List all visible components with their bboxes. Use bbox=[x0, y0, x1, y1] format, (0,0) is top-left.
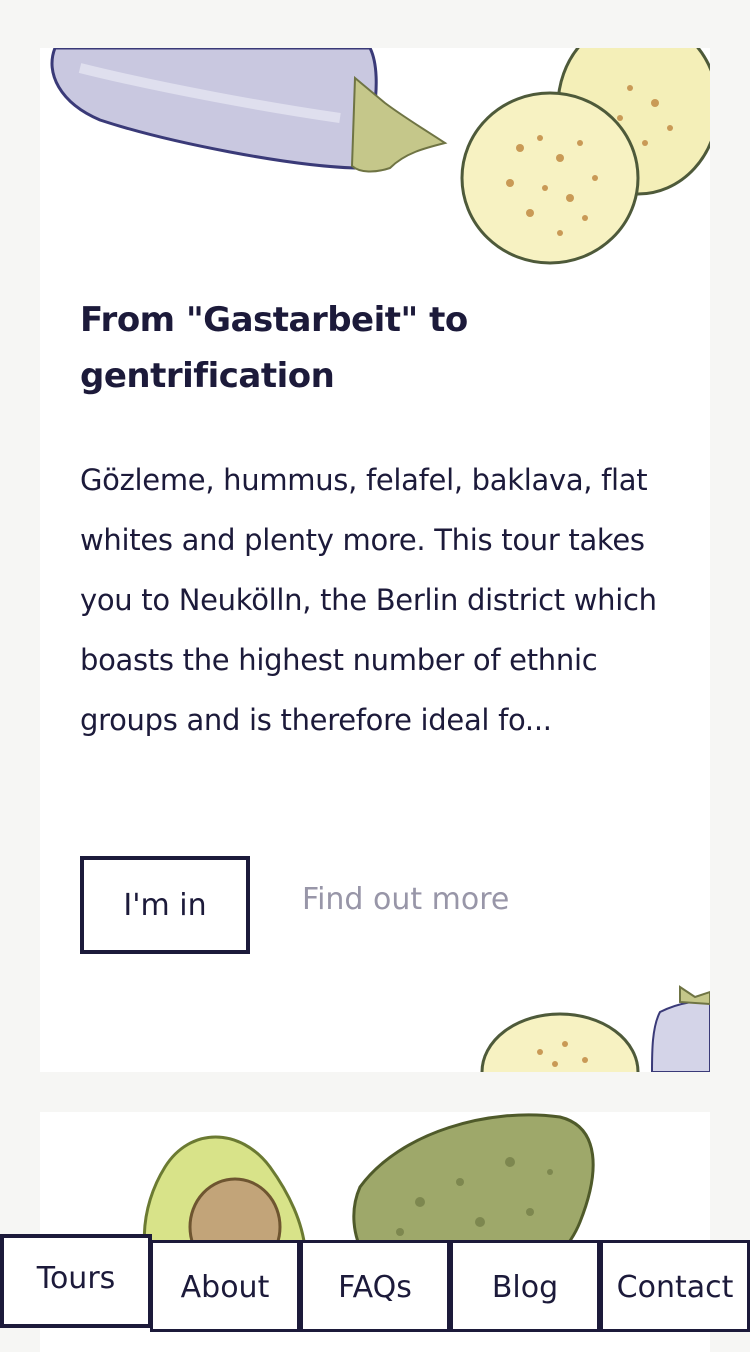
bottom-nav: Tours About FAQs Blog Contact bbox=[0, 1234, 750, 1334]
im-in-button[interactable]: I'm in bbox=[80, 856, 250, 954]
tour-card: From "Gastarbeit" to gentrification Gözl… bbox=[40, 48, 710, 1072]
find-out-more-link[interactable]: Find out more bbox=[302, 882, 509, 917]
nav-item-contact[interactable]: Contact bbox=[600, 1240, 750, 1332]
eggplant-slice-illustration bbox=[480, 985, 710, 1072]
tour-title: From "Gastarbeit" to gentrification bbox=[80, 300, 468, 396]
nav-item-tours[interactable]: Tours bbox=[0, 1234, 152, 1328]
nav-item-faqs[interactable]: FAQs bbox=[300, 1240, 450, 1332]
tour-description: Gözleme, hummus, felafel, baklava, flat … bbox=[80, 463, 657, 737]
nav-item-about[interactable]: About bbox=[150, 1240, 300, 1332]
eggplant-illustration bbox=[50, 48, 710, 265]
nav-item-blog[interactable]: Blog bbox=[450, 1240, 600, 1332]
